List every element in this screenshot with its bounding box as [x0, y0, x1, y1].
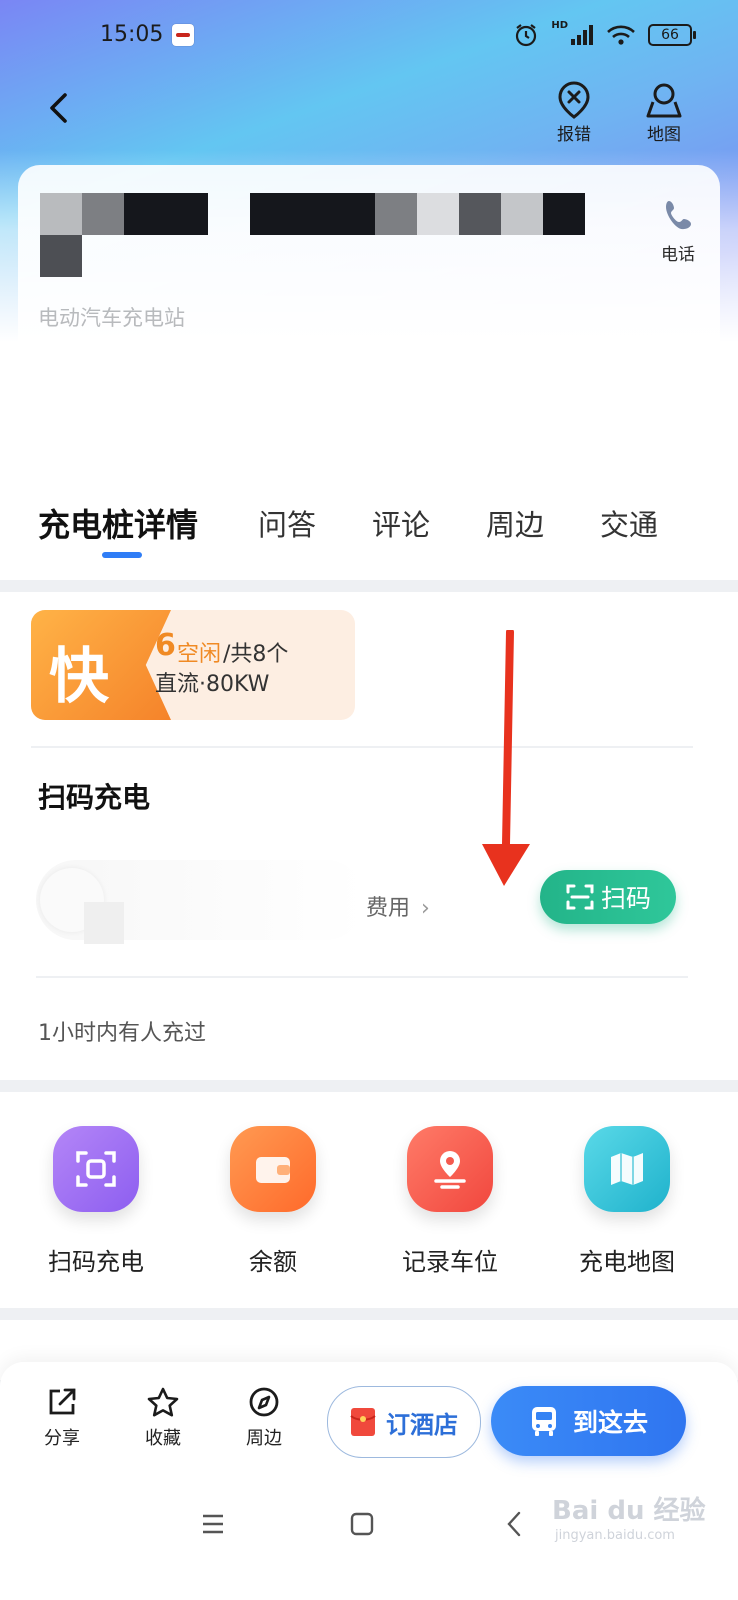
map-button[interactable]: 地图 — [632, 80, 696, 145]
status-time: 15:05 — [100, 22, 164, 47]
scan-icon — [53, 1126, 139, 1212]
phone-button[interactable]: 电话 — [652, 198, 704, 265]
nearby-button[interactable]: 周边 — [234, 1386, 294, 1450]
back-nav-icon[interactable] — [505, 1510, 523, 1538]
fast-charger-card[interactable]: 快 6 空闲 /共8个 直流·80KW — [31, 610, 355, 720]
shortcut-scan-charge[interactable]: 扫码充电 — [16, 1126, 176, 1277]
shortcut-charge-map[interactable]: 充电地图 — [547, 1126, 707, 1277]
shortcut-label: 余额 — [249, 1248, 297, 1276]
bus-icon — [531, 1407, 556, 1436]
shortcut-label: 充电地图 — [579, 1248, 675, 1276]
shortcut-label: 记录车位 — [402, 1248, 498, 1276]
favorite-button[interactable]: 收藏 — [133, 1386, 193, 1450]
total-count: /共8个 — [223, 642, 289, 667]
report-error-button[interactable]: 报错 — [542, 80, 606, 145]
compass-icon — [249, 1387, 279, 1417]
battery-level: 66 — [648, 24, 696, 46]
red-packet-icon — [350, 1408, 376, 1436]
navigate-here-label: 到这去 — [572, 1408, 648, 1437]
phone-icon — [666, 201, 691, 230]
tab-nearby[interactable]: 周边 — [486, 502, 544, 544]
chevron-right-icon: › — [421, 896, 430, 921]
divider — [31, 746, 693, 748]
map-label: 地图 — [647, 125, 681, 145]
phone-label: 电话 — [661, 245, 695, 265]
favorite-label: 收藏 — [145, 1428, 181, 1449]
book-hotel-label: 订酒店 — [386, 1410, 458, 1439]
shortcut-label: 扫码充电 — [48, 1248, 144, 1276]
redacted-block — [84, 902, 124, 944]
shortcut-record-spot[interactable]: 记录车位 — [370, 1126, 530, 1277]
chevron-left-icon — [50, 93, 67, 123]
nearby-label: 周边 — [246, 1428, 282, 1449]
station-type: 电动汽车充电站 — [38, 306, 185, 330]
active-tab-indicator — [102, 552, 142, 558]
annotation-arrow-icon — [482, 630, 530, 886]
share-button[interactable]: 分享 — [32, 1386, 92, 1450]
tab-transport[interactable]: 交通 — [600, 502, 658, 544]
book-hotel-button[interactable]: 订酒店 — [327, 1386, 481, 1458]
scan-charge-title: 扫码充电 — [38, 781, 151, 814]
report-error-icon — [558, 81, 590, 119]
watermark-url: jingyan.baidu.com — [555, 1528, 675, 1543]
recent-charge-note: 1小时内有人充过 — [38, 1021, 206, 1046]
share-label: 分享 — [44, 1428, 80, 1449]
free-label: 空闲 — [177, 642, 222, 667]
tab-bar: 充电桩详情 问答 评论 周边 交通 — [0, 462, 738, 580]
station-name-redacted — [40, 193, 600, 283]
wallet-icon — [230, 1126, 316, 1212]
back-button[interactable] — [38, 88, 78, 128]
signal-icon — [571, 25, 593, 45]
tab-qa[interactable]: 问答 — [258, 502, 316, 544]
star-icon — [147, 1387, 179, 1417]
share-icon — [49, 1388, 76, 1415]
navigate-here-button[interactable]: 到这去 — [491, 1386, 686, 1456]
map-pin-icon — [646, 83, 682, 118]
scan-button[interactable]: 扫码 — [540, 870, 676, 924]
tab-charger-details[interactable]: 充电桩详情 — [38, 500, 198, 546]
app-notification-icon — [172, 24, 194, 46]
home-icon[interactable] — [350, 1512, 374, 1536]
network-label: HD — [551, 20, 568, 31]
watermark: Bai du 经验 — [552, 1496, 706, 1526]
scan-icon — [566, 884, 594, 910]
status-bar: 15:05 HD 66 — [0, 0, 738, 72]
divider — [36, 976, 688, 978]
map-icon — [584, 1126, 670, 1212]
location-pin-icon — [407, 1126, 493, 1212]
fee-link[interactable]: 费用 › — [366, 890, 430, 922]
tab-reviews[interactable]: 评论 — [372, 502, 430, 544]
report-error-label: 报错 — [557, 125, 591, 145]
scan-button-label: 扫码 — [600, 884, 651, 913]
wifi-icon — [607, 25, 635, 45]
menu-icon[interactable] — [200, 1512, 226, 1536]
shortcut-balance[interactable]: 余额 — [193, 1126, 353, 1277]
fee-link-label: 费用 — [366, 896, 411, 921]
fast-badge-label: 快 — [49, 642, 109, 712]
free-count: 6 — [155, 628, 176, 663]
charger-spec: 直流·80KW — [155, 672, 270, 697]
alarm-icon — [516, 24, 537, 47]
status-icons: HD 66 — [513, 20, 696, 50]
